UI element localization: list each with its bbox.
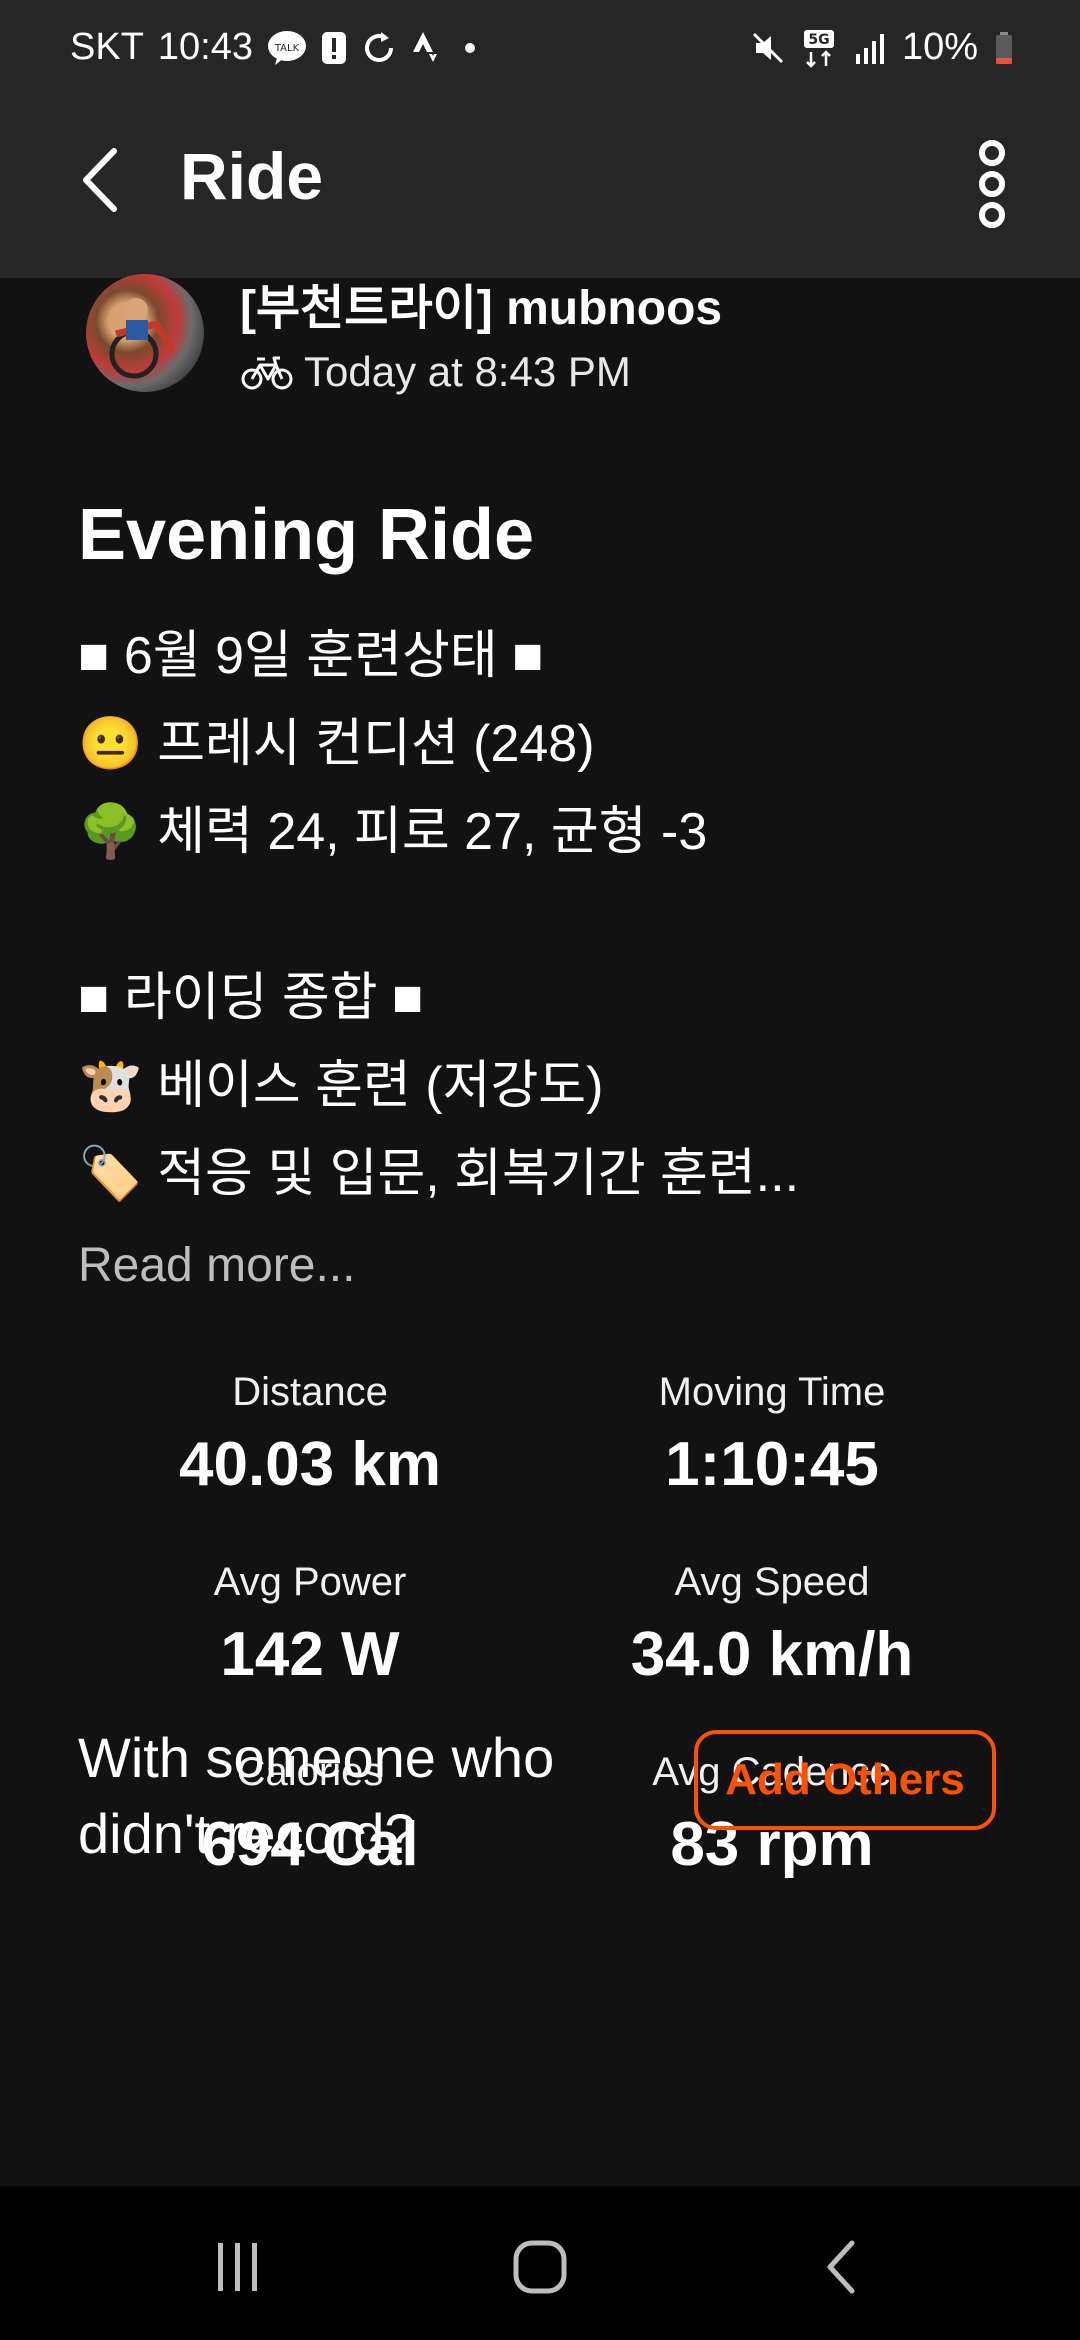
description-line: ■ 6월 9일 훈련상태 ■ xyxy=(78,627,544,685)
description-line: 🏷️ 적응 및 입문, 회복기간 훈련... xyxy=(78,1145,800,1203)
signal-icon xyxy=(854,28,886,68)
stat-value: 34.0 km/h xyxy=(630,1620,914,1689)
description-line: 😐 프레시 컨디션 (248) xyxy=(78,715,595,773)
svg-text:TALK: TALK xyxy=(274,43,300,54)
stat-avg-speed: Avg Speed 34.0 km/h xyxy=(502,1560,1042,1690)
carrier: SKT xyxy=(70,26,144,68)
talk-icon: TALK xyxy=(267,28,307,68)
home-icon xyxy=(513,2240,567,2294)
activity-title: Evening Ride xyxy=(78,495,535,575)
nav-back-button[interactable] xyxy=(782,2222,902,2312)
description-line: 🌳 체력 24, 피로 27, 균형 -3 xyxy=(78,803,708,861)
mute-icon xyxy=(752,28,786,68)
stat-value: 1:10:45 xyxy=(665,1430,879,1499)
dot-icon xyxy=(455,28,485,68)
stat-label: Moving Time xyxy=(658,1370,886,1414)
ride-meta: Today at 8:43 PM xyxy=(240,348,631,396)
activity-timestamp: Today at 8:43 PM xyxy=(304,348,631,395)
read-more-link[interactable]: Read more... xyxy=(78,1238,355,1293)
sync-icon xyxy=(361,28,397,68)
stat-moving-time: Moving Time 1:10:45 xyxy=(502,1370,1042,1500)
activity-description: ■ 6월 9일 훈련상태 ■ 😐 프레시 컨디션 (248) 🌳 체력 24, … xyxy=(78,612,998,1218)
chevron-left-icon xyxy=(83,148,117,212)
back-button[interactable] xyxy=(60,140,140,220)
description-line: 🐮 베이스 훈련 (저강도) xyxy=(78,1057,604,1115)
recent-apps-icon xyxy=(218,2243,257,2291)
system-nav-bar xyxy=(0,2186,1080,2340)
status-bar: SKT 10:43 TALK 5G 10% xyxy=(0,0,1080,96)
page-title: Ride xyxy=(180,139,324,213)
stat-distance: Distance 40.03 km xyxy=(40,1370,580,1500)
stat-value: 142 W xyxy=(220,1620,400,1689)
description-line: ■ 라이딩 종합 ■ xyxy=(78,969,424,1027)
stat-avg-power: Avg Power 142 W xyxy=(40,1560,580,1690)
with-others-line2: didn't record? xyxy=(78,1802,416,1865)
app-bar: Ride xyxy=(0,96,1080,278)
alert-icon xyxy=(321,28,347,68)
stat-label: Distance xyxy=(232,1370,388,1414)
with-others-prompt: With someone who didn't record? xyxy=(78,1720,638,1872)
clock: 10:43 xyxy=(157,26,253,68)
battery-percent: 10% xyxy=(901,26,978,68)
bike-icon xyxy=(241,356,293,390)
avatar[interactable] xyxy=(86,274,204,392)
with-others-line1: With someone who xyxy=(78,1726,555,1789)
5g-icon: 5G xyxy=(802,28,838,68)
strava-icon xyxy=(411,28,441,68)
athlete-header[interactable]: [부천트라이] mubnoos Today at 8:43 PM xyxy=(78,274,1018,408)
description-line xyxy=(78,876,998,954)
back-icon xyxy=(827,2240,855,2294)
battery-icon xyxy=(994,28,1014,68)
add-others-button[interactable]: Add Others xyxy=(694,1730,996,1830)
home-button[interactable] xyxy=(480,2222,600,2312)
stat-label: Avg Power xyxy=(213,1560,407,1604)
stat-value: 40.03 km xyxy=(179,1430,441,1499)
more-options-button[interactable] xyxy=(960,134,1024,234)
athlete-name[interactable]: [부천트라이] mubnoos xyxy=(240,268,722,338)
recent-apps-button[interactable] xyxy=(178,2222,298,2312)
svg-text:5G: 5G xyxy=(808,32,829,48)
more-vertical-icon xyxy=(979,140,1005,228)
stat-label: Avg Speed xyxy=(674,1560,870,1604)
